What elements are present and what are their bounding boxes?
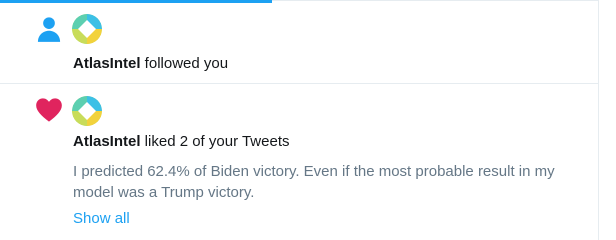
- notification-action: liked 2 of your Tweets: [140, 133, 290, 150]
- notification-text: AtlasIntel liked 2 of your Tweets: [73, 132, 289, 152]
- notification-follow[interactable]: AtlasIntel followed you: [0, 1, 598, 84]
- atlasintel-avatar[interactable]: [72, 14, 102, 44]
- tweet-preview[interactable]: I predicted 62.4% of Biden victory. Even…: [73, 161, 573, 203]
- user-name-link[interactable]: AtlasIntel: [73, 133, 141, 150]
- heart-icon: [36, 98, 62, 122]
- notification-like[interactable]: AtlasIntel liked 2 of your Tweets I pred…: [0, 84, 598, 240]
- user-name-link[interactable]: AtlasIntel: [73, 55, 141, 72]
- show-all-link[interactable]: Show all: [73, 209, 130, 229]
- notification-action: followed you: [140, 55, 229, 72]
- notifications-timeline: AtlasIntel followed you AtlasIntel liked…: [0, 0, 599, 240]
- atlasintel-avatar[interactable]: [72, 96, 102, 126]
- notification-text: AtlasIntel followed you: [73, 54, 228, 74]
- person-icon: [37, 17, 61, 42]
